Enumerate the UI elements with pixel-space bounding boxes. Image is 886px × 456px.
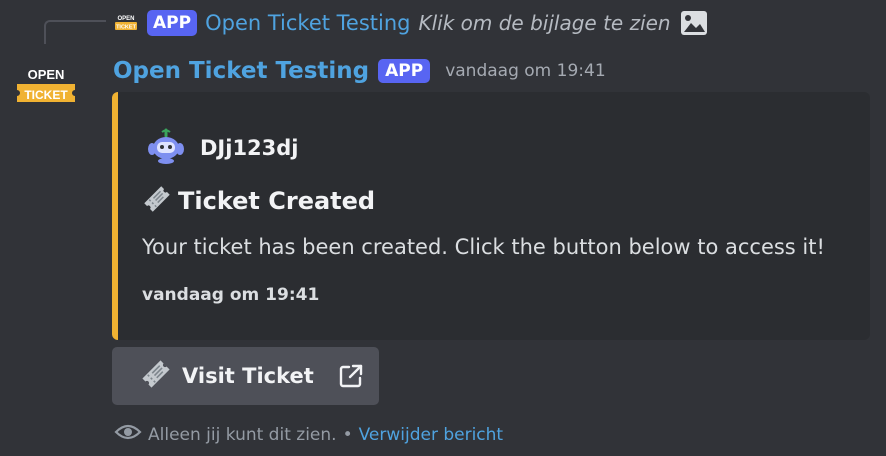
embed-author: DJj123dj [146,128,299,168]
svg-text:TICKET: TICKET [116,25,137,31]
reply-preview[interactable]: OPEN TICKET APP Open Ticket Testing Klik… [113,7,709,39]
reply-author[interactable]: Open Ticket Testing [205,11,410,35]
ephemeral-notice: Alleen jij kunt dit zien. • Verwijder be… [114,422,503,447]
visit-ticket-label: Visit Ticket [182,364,314,388]
eye-icon [114,422,142,447]
avatar-line-ticket: TICKET [24,88,68,102]
embed-description: Your ticket has been created. Click the … [142,235,825,259]
avatar-line-open: OPEN [28,67,65,82]
separator: • [342,424,353,445]
image-icon[interactable] [679,9,709,37]
discord-bot-avatar-icon [146,128,186,168]
ticket-icon [140,358,172,394]
app-badge: APP [147,10,198,36]
dismiss-message-link[interactable]: Verwijder bericht [359,425,504,445]
ticket-icon [142,184,172,218]
external-link-icon [338,363,364,389]
embed-author-name: DJj123dj [200,136,299,160]
open-ticket-logo-icon[interactable]: OPEN TICKET [113,10,139,36]
ephemeral-text: Alleen jij kunt dit zien. [148,424,337,445]
reply-spine [44,20,106,44]
message-timestamp[interactable]: vandaag om 19:41 [445,61,605,81]
reply-text[interactable]: Klik om de bijlage te zien [418,11,670,35]
embed-footer: vandaag om 19:41 [142,285,320,305]
message-header: Open Ticket Testing APP vandaag om 19:41 [113,54,606,88]
embed-title-text: Ticket Created [178,187,376,215]
embed: DJj123dj Ticket Created Your ticket has … [112,92,870,340]
message-author[interactable]: Open Ticket Testing [113,58,369,84]
avatar[interactable]: OPEN TICKET [15,66,77,106]
embed-title: Ticket Created [142,184,375,218]
svg-text:OPEN: OPEN [117,16,134,22]
app-badge: APP [378,59,431,83]
visit-ticket-button[interactable]: Visit Ticket [112,347,379,405]
